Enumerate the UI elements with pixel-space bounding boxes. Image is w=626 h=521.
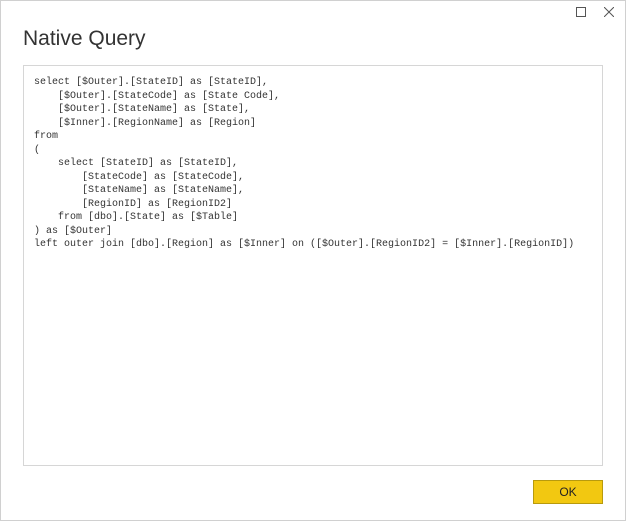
close-icon bbox=[604, 7, 614, 17]
dialog-header: Native Query bbox=[1, 27, 625, 61]
maximize-button[interactable] bbox=[567, 1, 595, 23]
query-text: select [$Outer].[StateID] as [StateID], … bbox=[34, 76, 592, 252]
dialog-title: Native Query bbox=[23, 27, 603, 51]
maximize-icon bbox=[576, 7, 586, 17]
ok-button[interactable]: OK bbox=[533, 480, 603, 504]
query-content-area: select [$Outer].[StateID] as [StateID], … bbox=[23, 65, 603, 466]
native-query-dialog: Native Query select [$Outer].[StateID] a… bbox=[0, 0, 626, 521]
close-button[interactable] bbox=[595, 1, 623, 23]
dialog-footer: OK bbox=[1, 476, 625, 520]
titlebar bbox=[1, 1, 625, 27]
